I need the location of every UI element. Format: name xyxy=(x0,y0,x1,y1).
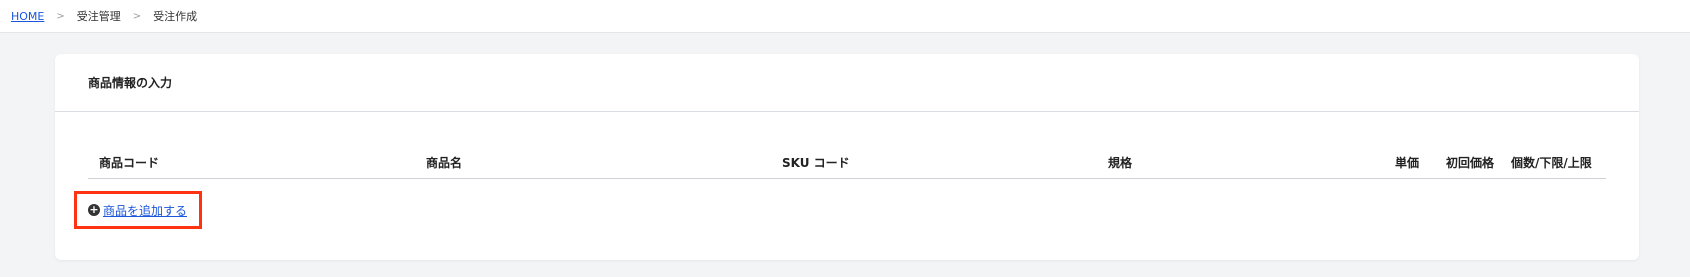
section-title: 商品情報の入力 xyxy=(55,54,1639,112)
add-product-button[interactable]: + 商品を追加する xyxy=(88,202,187,219)
column-header-first-price: 初回価格 xyxy=(1446,156,1495,170)
column-header-quantity-limits: 個数/下限/上限 xyxy=(1511,156,1592,170)
breadcrumb-separator: > xyxy=(132,10,142,22)
column-header-product-code: 商品コード xyxy=(99,156,160,170)
column-header-product-name: 商品名 xyxy=(426,156,463,170)
column-header-unit-price: 単価 xyxy=(1395,156,1420,170)
breadcrumb-item-order-create: 受注作成 xyxy=(153,10,198,23)
breadcrumb: HOME > 受注管理 > 受注作成 xyxy=(0,0,1690,33)
breadcrumb-home-link[interactable]: HOME xyxy=(11,10,44,23)
breadcrumb-separator: > xyxy=(56,10,65,22)
add-product-label: 商品を追加する xyxy=(103,203,188,218)
column-header-spec: 規格 xyxy=(1108,156,1133,170)
product-table-header: 商品コード 商品名 SKU コード 規格 単価 初回価格 個数/下限/上限 xyxy=(88,152,1606,179)
product-info-card: 商品情報の入力 商品コード 商品名 SKU コード 規格 単価 初回価格 個数/… xyxy=(55,54,1639,260)
column-header-sku-code: SKU コード xyxy=(782,156,850,170)
add-product-highlight: + 商品を追加する xyxy=(74,191,202,229)
plus-circle-icon: + xyxy=(88,203,100,216)
breadcrumb-item-order-management[interactable]: 受注管理 xyxy=(77,8,121,24)
